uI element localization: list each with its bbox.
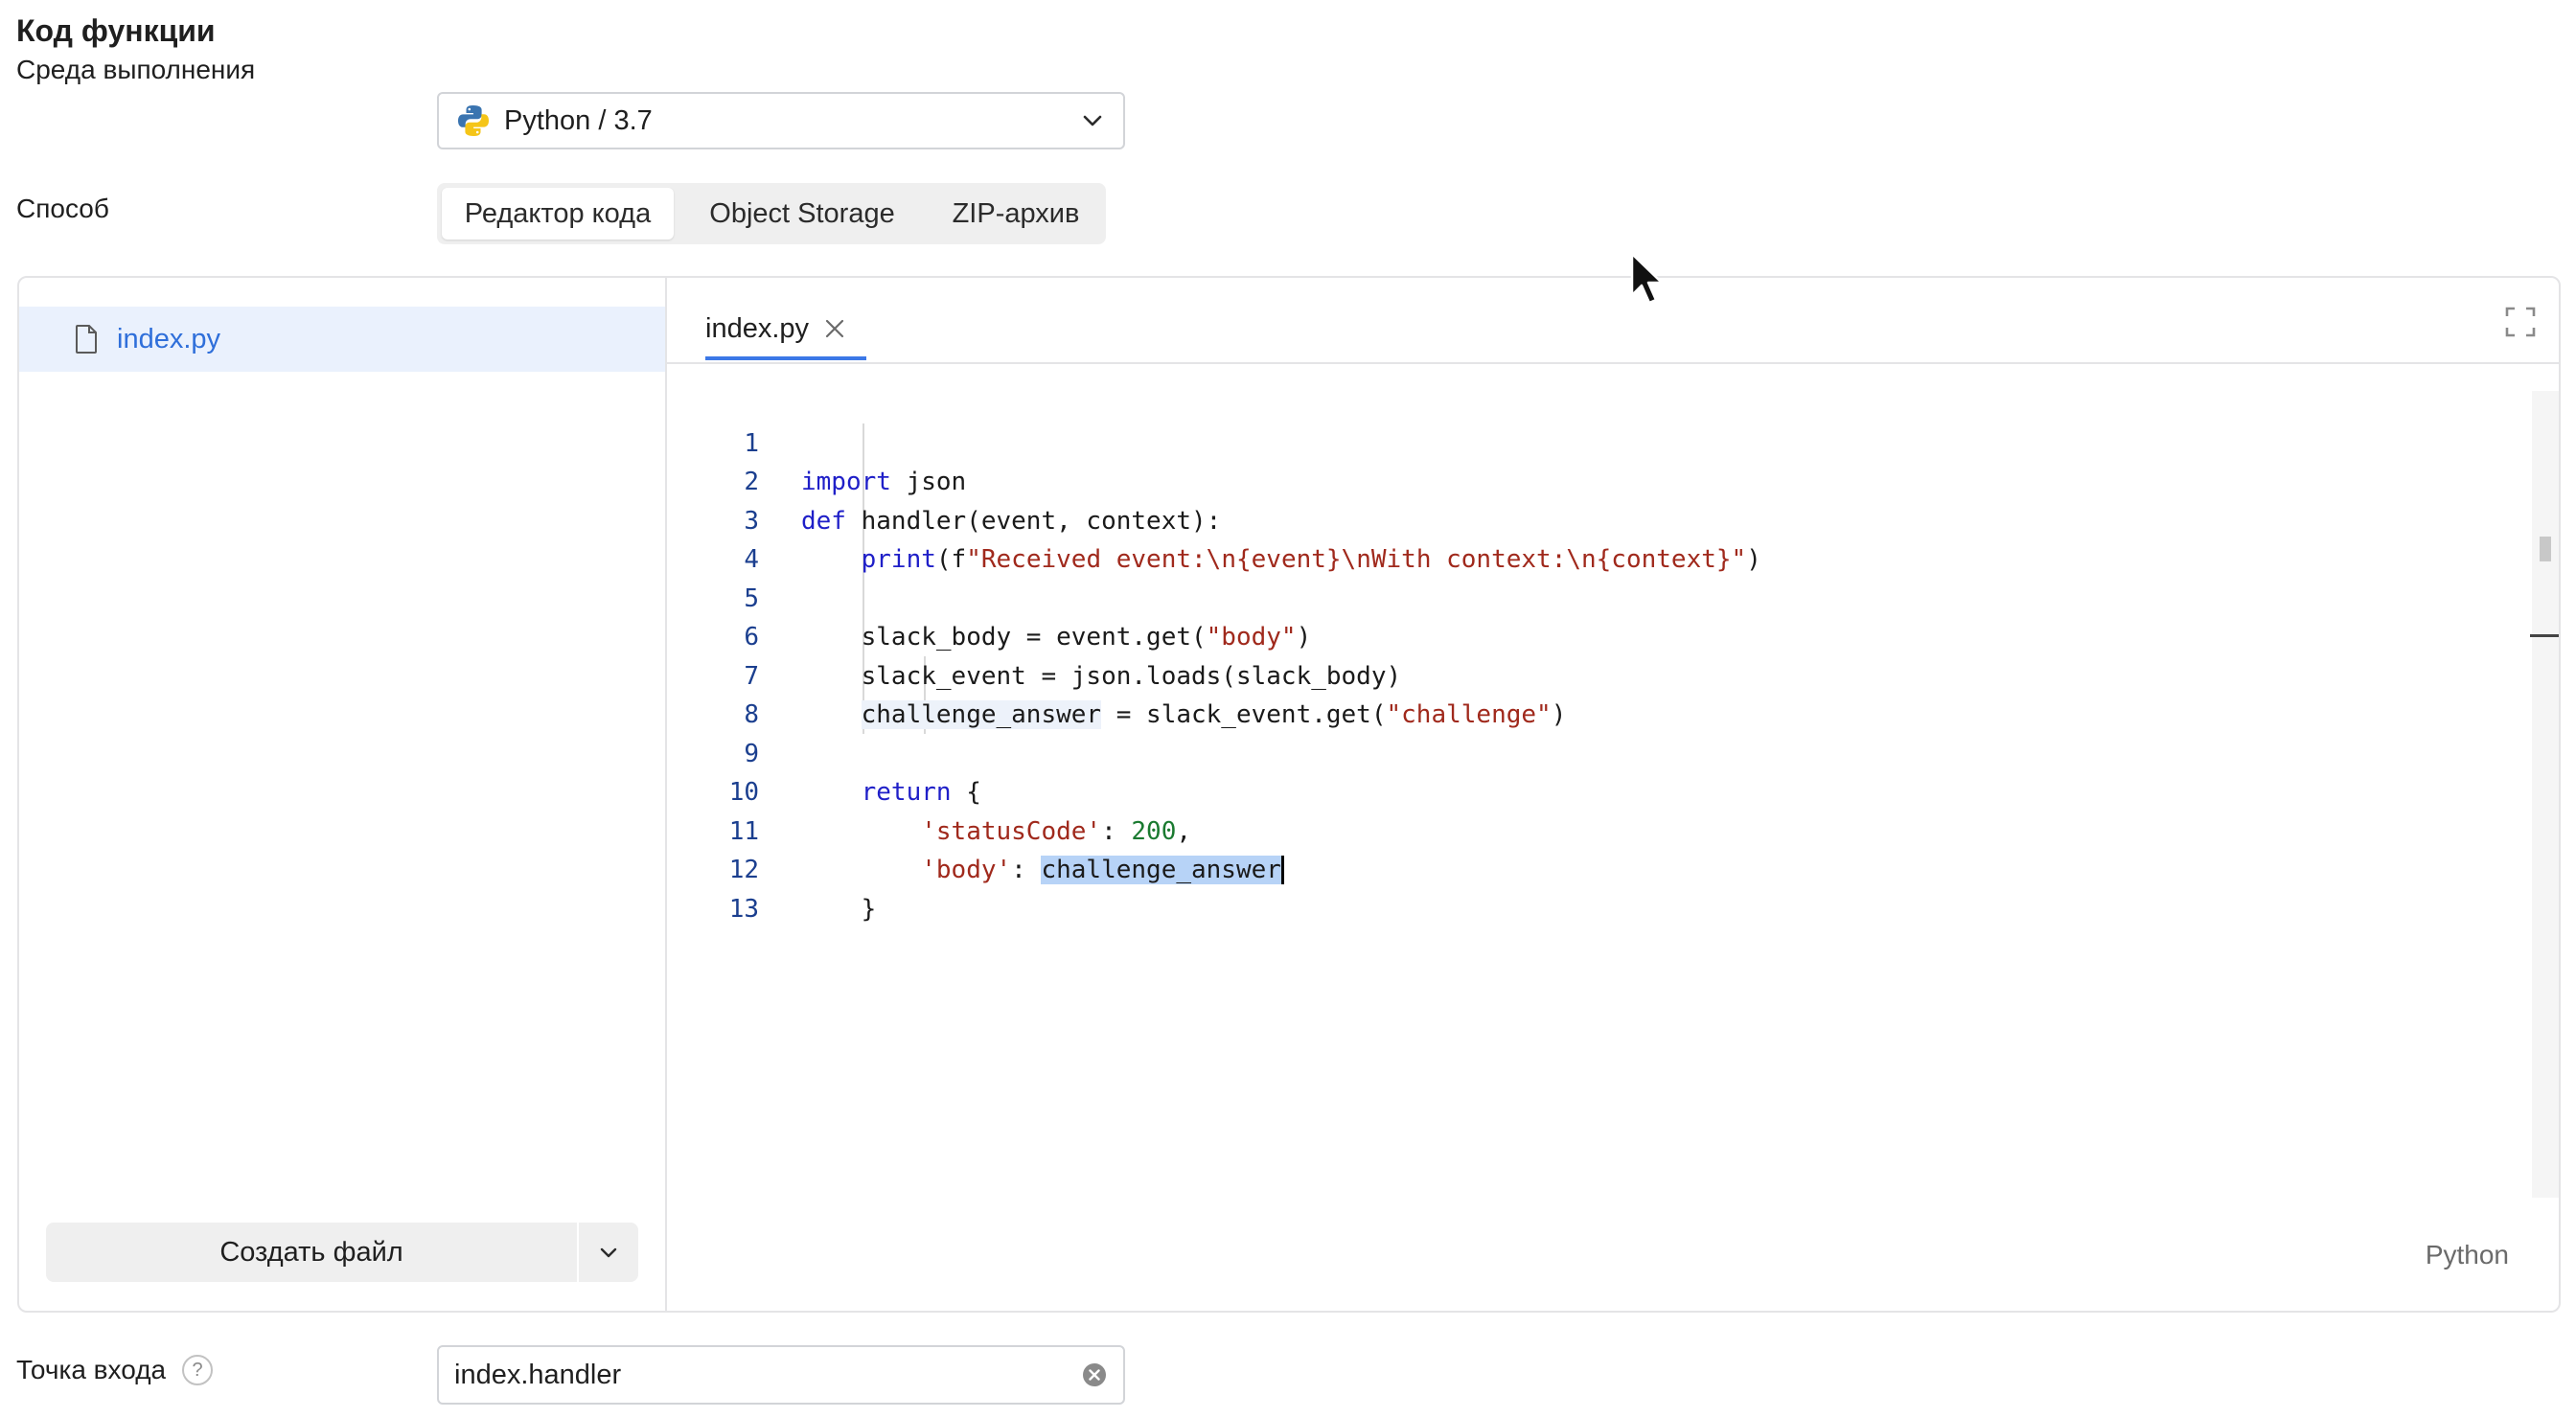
code-token: def bbox=[801, 506, 846, 536]
code-token: 'body' bbox=[921, 856, 1012, 884]
active-tab-indicator bbox=[705, 356, 866, 360]
entry-point-label: Точка входа bbox=[16, 1355, 167, 1384]
editor-scrollbar-thumb[interactable] bbox=[2540, 537, 2551, 561]
code-token: } bbox=[861, 894, 877, 924]
code-token: return bbox=[861, 778, 952, 807]
clear-icon[interactable] bbox=[1081, 1361, 1108, 1388]
entry-point-field[interactable] bbox=[437, 1345, 1125, 1405]
line-code: challenge_answer = slack_event.get("chal… bbox=[801, 696, 1566, 735]
code-token: "Received event:\n{event}\nWith context:… bbox=[966, 545, 1747, 574]
page-title: Код функции bbox=[16, 13, 216, 48]
line-code: return { bbox=[801, 773, 981, 812]
code-token: : bbox=[1011, 856, 1042, 884]
editor-scrollbar[interactable] bbox=[2532, 391, 2559, 1198]
code-line: 11 'body': challenge_answer bbox=[667, 773, 1284, 884]
code-line: 8 bbox=[667, 657, 787, 729]
code-line: 3 print(f"Received event:\n{event}\nWith… bbox=[667, 463, 1761, 575]
fullscreen-icon[interactable] bbox=[2503, 305, 2538, 339]
file-name: index.py bbox=[117, 323, 221, 354]
method-label: Способ bbox=[16, 194, 109, 223]
line-number: 13 bbox=[728, 894, 759, 924]
code-line: 7 challenge_answer = slack_event.get("ch… bbox=[667, 618, 1566, 729]
code-line: 9 return { bbox=[667, 696, 981, 808]
code-token: ) bbox=[1296, 623, 1312, 652]
method-option-code-editor[interactable]: Редактор кода bbox=[442, 188, 674, 240]
code-token: print bbox=[861, 545, 936, 574]
code-token: : bbox=[1101, 816, 1132, 846]
code-token: handler(event, context): bbox=[845, 506, 1222, 536]
code-token-selection: challenge_answer bbox=[1041, 856, 1284, 884]
help-icon[interactable]: ? bbox=[182, 1355, 213, 1385]
file-tree-item[interactable]: index.py bbox=[19, 307, 665, 372]
code-token: { bbox=[951, 778, 981, 807]
line-code: print(f"Received event:\n{event}\nWith c… bbox=[801, 540, 1761, 580]
code-token: json bbox=[890, 468, 967, 496]
line-code: 'statusCode': 200, bbox=[801, 812, 1191, 852]
code-token-highlight: challenge_answer bbox=[861, 700, 1102, 729]
code-editor-panel: index.py Создать файл index.py 1 import … bbox=[17, 276, 2561, 1313]
chevron-down-icon bbox=[1083, 115, 1102, 126]
line-code: 'body': challenge_answer bbox=[801, 851, 1284, 890]
line-code: } bbox=[801, 890, 877, 929]
file-icon bbox=[76, 325, 97, 354]
create-file-button[interactable]: Создать файл bbox=[46, 1223, 577, 1282]
code-line: 6 slack_event = json.loads(slack_body) bbox=[667, 580, 1401, 691]
line-code: def handler(event, context): bbox=[801, 502, 1221, 541]
line-code: import json bbox=[801, 463, 966, 502]
python-logo-icon bbox=[458, 105, 489, 136]
code-line: 13 bbox=[667, 851, 787, 924]
code-line: 5 slack_body = event.get("body") bbox=[667, 540, 1311, 652]
code-line: 2 def handler(event, context): bbox=[667, 424, 1221, 536]
editor-tabbar: index.py bbox=[667, 278, 2559, 364]
line-code: slack_event = json.loads(slack_body) bbox=[801, 657, 1402, 697]
runtime-value: Python / 3.7 bbox=[504, 104, 653, 136]
method-option-zip[interactable]: ZIP-архив bbox=[931, 188, 1101, 240]
close-icon[interactable] bbox=[822, 316, 847, 341]
method-option-object-storage[interactable]: Object Storage bbox=[674, 188, 931, 240]
create-file-control: Создать файл bbox=[46, 1223, 638, 1282]
file-tree: index.py Создать файл bbox=[19, 278, 667, 1311]
chevron-down-icon bbox=[600, 1247, 617, 1258]
code-token: , bbox=[1176, 816, 1192, 846]
code-token: "challenge" bbox=[1386, 700, 1552, 729]
code-token: 'statusCode' bbox=[921, 816, 1102, 846]
code-token: slack_event = json.loads(slack_body) bbox=[861, 661, 1402, 691]
code-token: (f bbox=[935, 545, 967, 574]
code-token: 200 bbox=[1131, 816, 1177, 846]
code-content[interactable]: 1 import json 2 def handler(event, conte… bbox=[667, 385, 1761, 924]
code-token: = slack_event.get( bbox=[1101, 700, 1387, 729]
editor-language-label: Python bbox=[2425, 1240, 2509, 1269]
code-line: 10 'statusCode': 200, bbox=[667, 735, 1191, 846]
editor-scroll-marker bbox=[2530, 634, 2559, 637]
method-segmented-control: Редактор кода Object Storage ZIP-архив bbox=[437, 183, 1106, 244]
code-token: ) bbox=[1551, 700, 1567, 729]
create-file-menu-button[interactable] bbox=[579, 1223, 638, 1282]
tab-label: index.py bbox=[705, 312, 810, 344]
code-line: 1 import json bbox=[667, 385, 966, 497]
code-token: "body" bbox=[1206, 623, 1297, 652]
runtime-label: Среда выполнения bbox=[16, 55, 256, 84]
editor-area: index.py 1 import json 2 def handler(eve… bbox=[667, 278, 2559, 1311]
code-token: slack_body = event.get( bbox=[861, 623, 1207, 652]
entry-point-input[interactable] bbox=[454, 1359, 1081, 1391]
runtime-select[interactable]: Python / 3.7 bbox=[437, 92, 1125, 149]
tab-index-py[interactable]: index.py bbox=[705, 297, 847, 360]
line-code: slack_body = event.get("body") bbox=[801, 618, 1312, 657]
code-line: 12 } bbox=[667, 812, 877, 924]
mouse-cursor-icon bbox=[1630, 252, 1664, 305]
code-token: ) bbox=[1746, 545, 1761, 574]
code-line: 4 bbox=[667, 502, 787, 574]
code-token: import bbox=[801, 468, 891, 496]
